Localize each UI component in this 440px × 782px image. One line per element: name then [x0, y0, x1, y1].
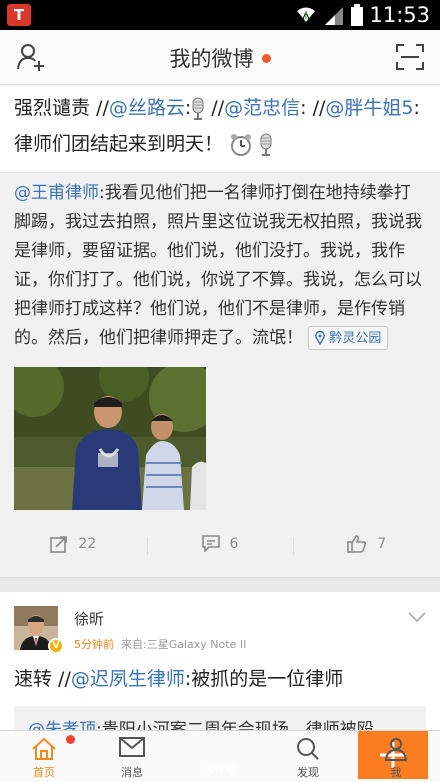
feed-item[interactable]: V 徐昕 5分钟前 来自:三星Galaxy Note II 速转 //@迟夙生律…: [0, 592, 440, 730]
wifi-icon: [297, 7, 316, 22]
feed[interactable]: 强烈谴责 //@丝路云: //@范忠信: //@胖牛姐5: 律师们团结起来到明天…: [0, 86, 440, 730]
username[interactable]: 徐昕: [74, 608, 104, 629]
post-text-prefix: 速转 //: [14, 668, 71, 690]
post-body[interactable]: 强烈谴责 //@丝路云: //@范忠信: //@胖牛姐5: 律师们团结起来到明天…: [0, 86, 440, 172]
post-actions: 22 6 7: [0, 510, 440, 578]
tab-label: 消息: [121, 766, 143, 779]
mention-link[interactable]: @朱孝顶: [28, 720, 96, 730]
app-notification-icon: T: [7, 4, 31, 26]
like-button[interactable]: 7: [293, 534, 440, 555]
location-pin-icon: [315, 331, 326, 345]
tab-label: 首页: [33, 766, 55, 779]
verified-badge-icon: V: [48, 638, 64, 654]
tab-label: 我: [390, 766, 402, 779]
status-bar: T 11:53: [0, 0, 440, 30]
post-meta: 5分钟前 来自:三星Galaxy Note II: [74, 636, 246, 652]
clock: 11:53: [369, 3, 430, 27]
home-icon: [32, 737, 56, 760]
mention-link[interactable]: @丝路云: [109, 97, 185, 119]
mention-link[interactable]: @迟夙生律师: [71, 668, 185, 690]
repost-button[interactable]: 22: [0, 535, 147, 553]
reposted-weibo[interactable]: @王甫律师:我看见他们把一名律师打倒在地持续拳打脚踢，我过去拍照，照片里这位说我…: [0, 172, 440, 510]
alarm-clock-emoji: [231, 133, 252, 156]
mention-link[interactable]: @胖牛姐5: [325, 97, 413, 119]
nav-bar: 我的微博: [0, 30, 440, 85]
thumbs-up-icon: [347, 534, 367, 553]
mention-link[interactable]: @范忠信: [224, 97, 300, 119]
repost-count: 22: [78, 535, 97, 552]
unread-dot: [261, 53, 271, 63]
post-time: 5分钟前: [74, 638, 114, 651]
profile-icon: [384, 738, 408, 761]
watermark: @徐昕: [202, 763, 239, 777]
post-source: 来自:三星Galaxy Note II: [121, 638, 247, 651]
message-icon: [119, 737, 145, 757]
like-count: 7: [377, 535, 387, 552]
photo-image: [14, 367, 206, 510]
reposted-text: @王甫律师:我看见他们把一名律师打倒在地持续拳打脚踢，我过去拍照，照片里这位说我…: [14, 179, 426, 353]
search-icon: [297, 738, 319, 760]
reposted-text: :贵阳小河案二周年会现场，律师被殴: [96, 720, 374, 730]
scan-icon[interactable]: [396, 44, 424, 70]
tab-discover[interactable]: 发现: [264, 731, 352, 782]
tab-messages[interactable]: 消息: [88, 731, 176, 782]
repost-icon: [50, 535, 68, 553]
signal-icon: [325, 7, 344, 25]
battery-icon: [351, 4, 364, 26]
location-tag[interactable]: 黔灵公园: [308, 326, 389, 350]
mention-link[interactable]: @王甫律师: [14, 183, 99, 203]
feed-divider: [0, 578, 440, 592]
reposted-weibo[interactable]: @朱孝顶:贵阳小河案二周年会现场，律师被殴: [14, 706, 426, 730]
post-text: 速转 //@迟夙生律师:被抓的是一位律师: [14, 664, 426, 706]
comment-icon: [201, 535, 220, 552]
comment-count: 6: [229, 535, 239, 552]
avatar[interactable]: V: [14, 606, 64, 654]
post-text: //: [205, 97, 225, 119]
microphone-emoji: [192, 97, 204, 120]
tab-label: 发现: [297, 766, 319, 779]
post-photo[interactable]: [14, 367, 206, 510]
microphone-emoji: [260, 133, 272, 156]
location-label: 黔灵公园: [329, 330, 382, 346]
unread-dot: [66, 735, 75, 744]
tab-home[interactable]: 首页: [0, 731, 88, 782]
post-text-suffix: :被抓的是一位律师: [184, 668, 344, 690]
chevron-down-icon[interactable]: [408, 612, 426, 622]
bottom-tab-bar: 首页 消息 发现 我 @徐昕: [0, 730, 440, 782]
comment-button[interactable]: 6: [146, 535, 294, 555]
post-text: : //: [300, 97, 326, 119]
post-text: 强烈谴责 //: [14, 97, 109, 119]
tab-profile[interactable]: 我: [352, 731, 440, 782]
page-title[interactable]: 我的微博: [0, 43, 440, 73]
